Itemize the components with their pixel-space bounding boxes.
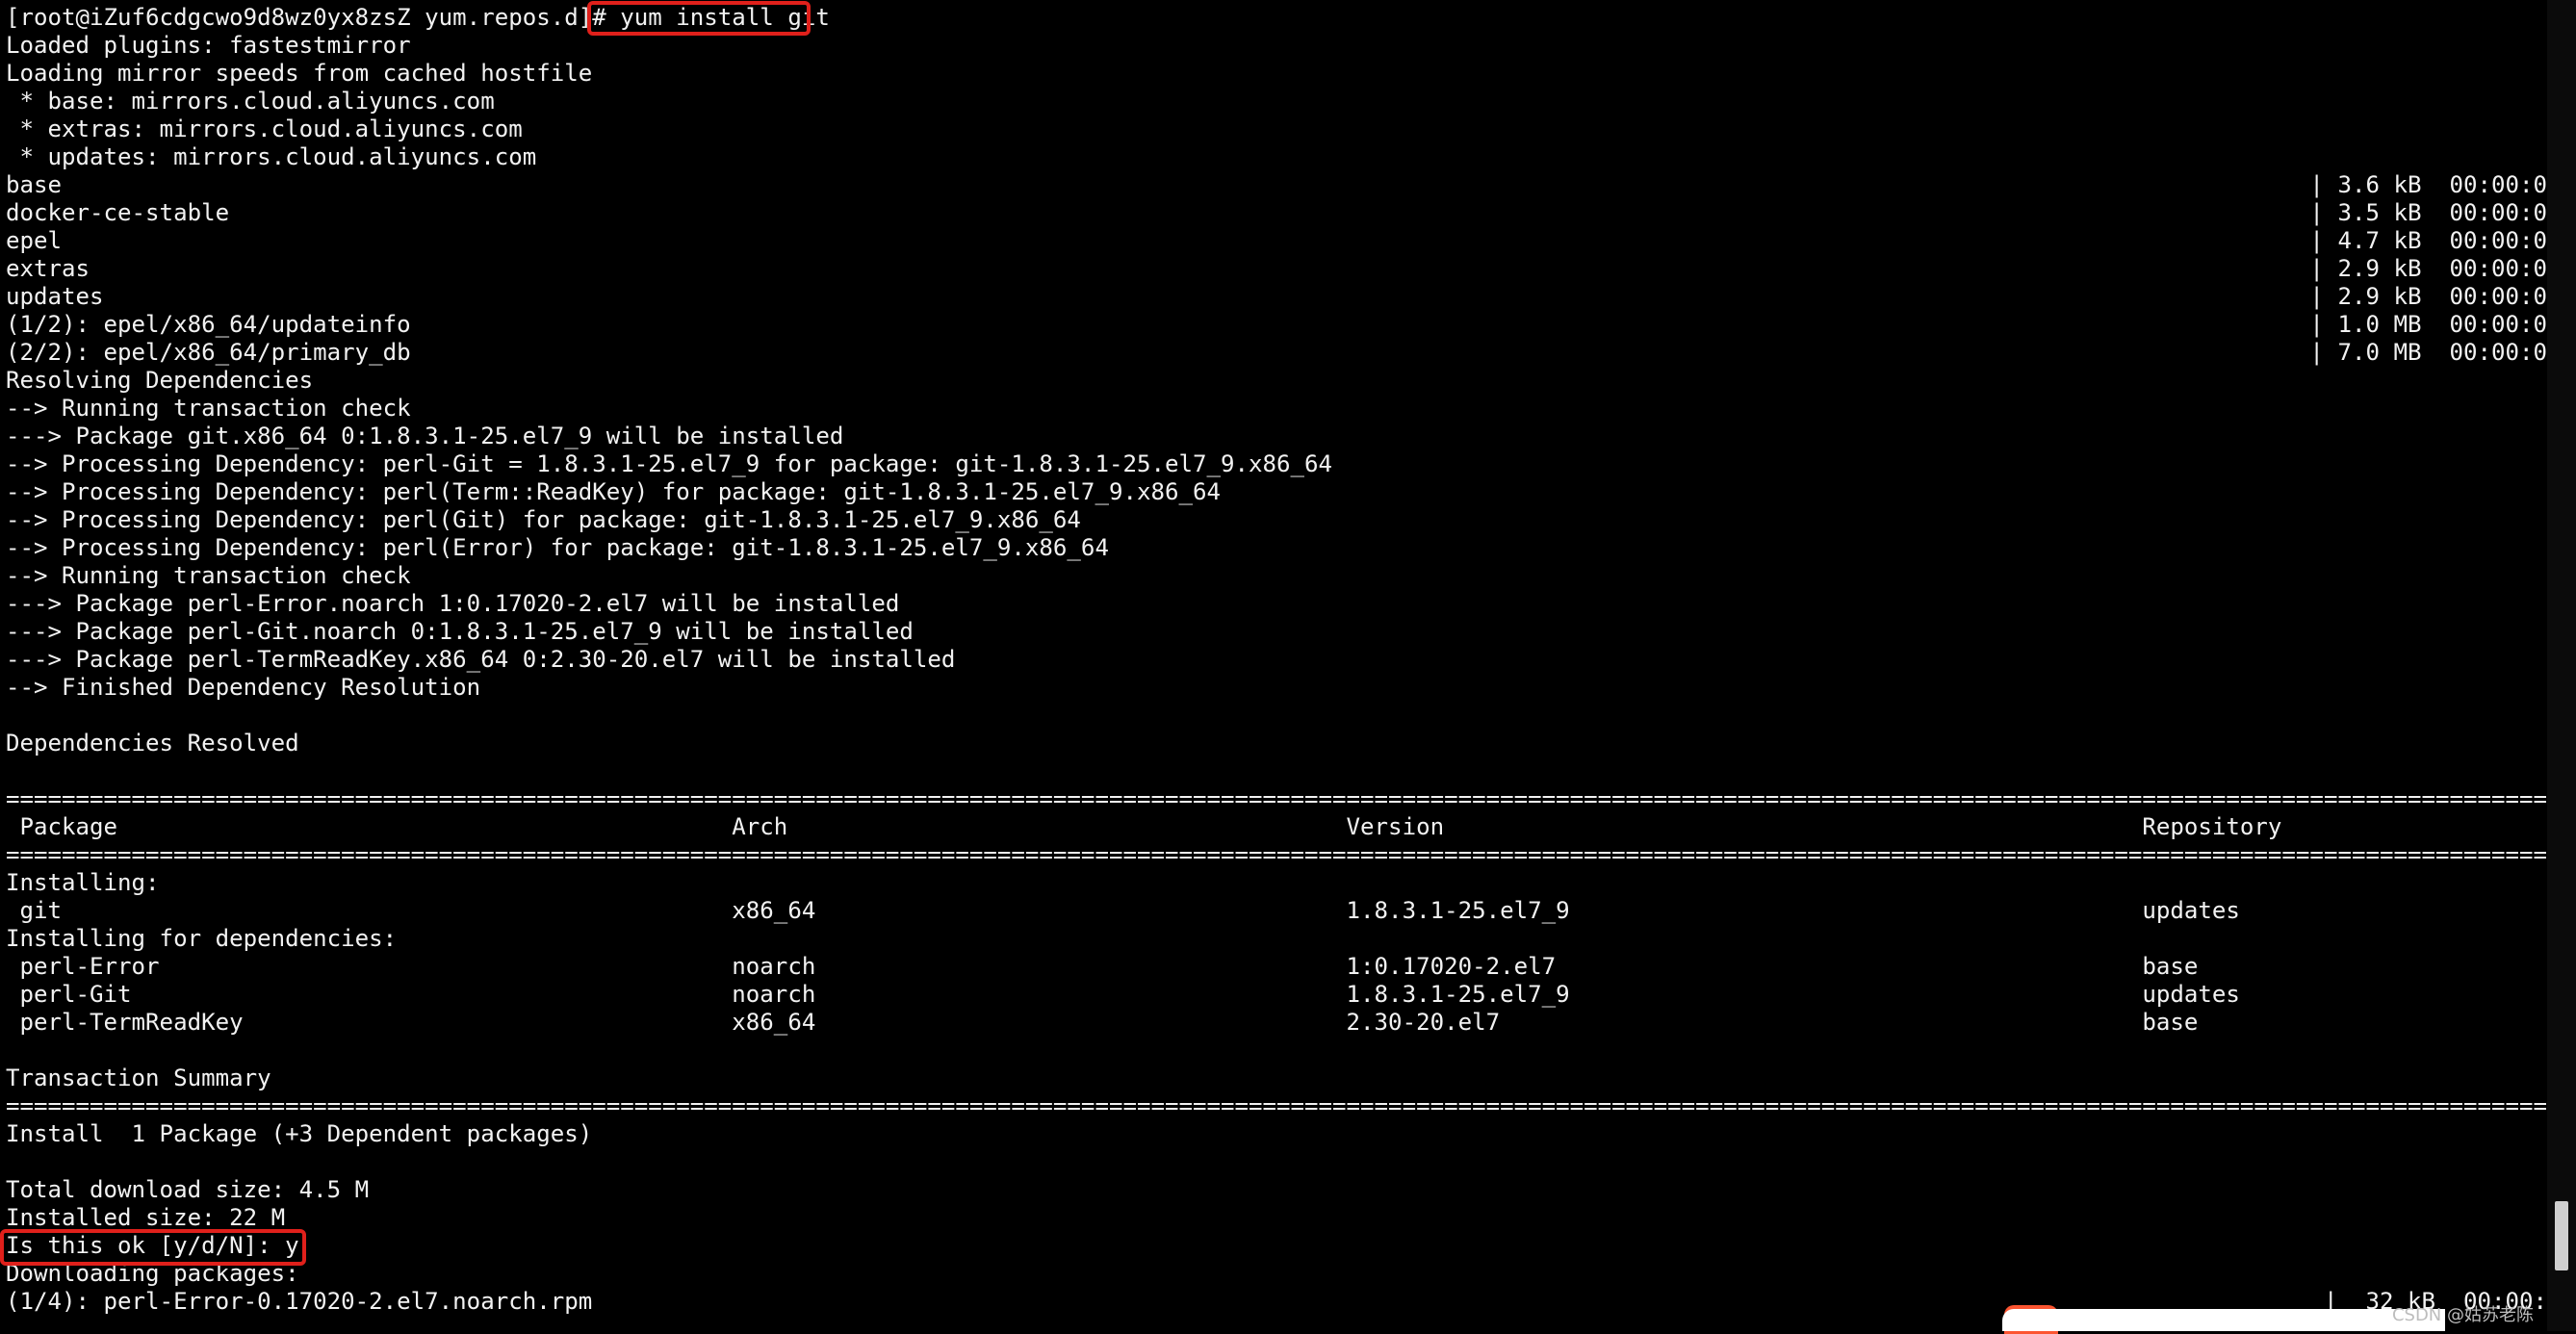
terminal-line: Loaded plugins: fastestmirror (6, 32, 411, 59)
terminal-line: --> Running transaction check (6, 562, 411, 589)
terminal-line: Install 1 Package (+3 Dependent packages… (6, 1120, 593, 1147)
terminal-line: perl-Git noarch 1.8.3.1-25.el7_9 updates… (6, 981, 2576, 1008)
terminal-line: ---> Package git.x86_64 0:1.8.3.1-25.el7… (6, 423, 844, 449)
terminal-line: updates | 2.9 kB 00:00:00 (6, 283, 2562, 310)
watermark: CSDN @姑苏老陈 (2391, 1305, 2534, 1325)
terminal-line: --> Processing Dependency: perl(Git) for… (6, 506, 1081, 533)
terminal-line: ========================================… (6, 785, 2576, 812)
terminal-line: epel | 4.7 kB 00:00:00 (6, 227, 2562, 254)
terminal-line: * updates: mirrors.cloud.aliyuncs.com (6, 143, 537, 170)
terminal-line: Installing for dependencies: (6, 925, 398, 952)
terminal-line: perl-Error noarch 1:0.17020-2.el7 base 3… (6, 953, 2576, 980)
terminal-line: (1/2): epel/x86_64/updateinfo | 1.0 MB 0… (6, 311, 2562, 338)
terminal-line: Total download size: 4.5 M (6, 1176, 370, 1203)
csdn-toolbar-popup[interactable] (2002, 1309, 2445, 1331)
terminal-line: --> Running transaction check (6, 395, 411, 422)
terminal-line: extras | 2.9 kB 00:00:00 (6, 255, 2562, 282)
scrollbar-thumb[interactable] (2555, 1201, 2568, 1270)
terminal-line: Installed size: 22 M (6, 1204, 286, 1231)
terminal-line: ---> Package perl-Git.noarch 0:1.8.3.1-2… (6, 618, 914, 645)
terminal-line: perl-TermReadKey x86_64 2.30-20.el7 base… (6, 1009, 2576, 1036)
terminal-line: ========================================… (6, 841, 2576, 868)
terminal-line: ========================================… (6, 1092, 2576, 1119)
terminal-line: (2/2): epel/x86_64/primary_db | 7.0 MB 0… (6, 339, 2562, 366)
terminal-line: --> Processing Dependency: perl(Error) f… (6, 534, 1109, 561)
terminal-line: Installing: (6, 869, 160, 896)
terminal-line: Package Arch Version Repository Size (6, 813, 2576, 840)
terminal-line: docker-ce-stable | 3.5 kB 00:00:00 (6, 199, 2562, 226)
terminal-line: Dependencies Resolved (6, 730, 299, 757)
highlight-confirm-box (0, 1229, 306, 1266)
terminal-line: base | 3.6 kB 00:00:00 (6, 171, 2562, 198)
terminal-line: Transaction Summary (6, 1065, 271, 1091)
terminal-output[interactable]: [root@iZuf6cdgcwo9d8wz0yx8zsZ yum.repos.… (0, 0, 2576, 1331)
terminal-line: --> Finished Dependency Resolution (6, 674, 481, 701)
highlight-command-box (587, 1, 811, 36)
terminal-line: --> Processing Dependency: perl-Git = 1.… (6, 450, 1333, 477)
terminal-line: Resolving Dependencies (6, 367, 314, 394)
terminal-line: ---> Package perl-Error.noarch 1:0.17020… (6, 590, 900, 617)
terminal-line: * extras: mirrors.cloud.aliyuncs.com (6, 115, 523, 142)
terminal-line: git x86_64 1.8.3.1-25.el7_9 updates 4.4 … (6, 897, 2576, 924)
terminal-line: Loading mirror speeds from cached hostfi… (6, 60, 593, 87)
terminal-line: ---> Package perl-TermReadKey.x86_64 0:2… (6, 646, 956, 673)
terminal-line: --> Processing Dependency: perl(Term::Re… (6, 478, 1221, 505)
terminal-line: * base: mirrors.cloud.aliyuncs.com (6, 88, 495, 115)
terminal-scrollbar[interactable] (2547, 0, 2576, 1331)
